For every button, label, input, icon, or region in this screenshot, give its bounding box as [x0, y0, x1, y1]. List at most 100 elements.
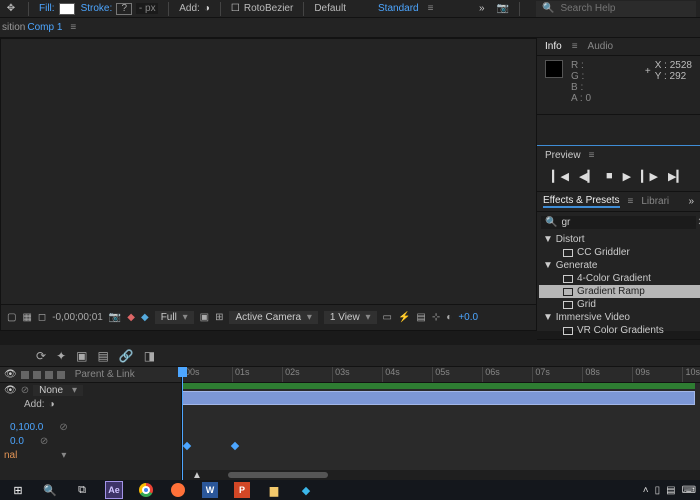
keyboard-icon[interactable]: ⌨ [682, 485, 696, 496]
color-mgmt-icon[interactable]: ◆ [141, 312, 149, 323]
workspace-default[interactable]: Default [314, 3, 346, 14]
exposure-value[interactable]: +0.0 [458, 312, 478, 323]
last-frame-button[interactable]: ▶▎ [668, 170, 685, 183]
fast-previews-icon[interactable]: ⚡ [398, 312, 410, 323]
tab-libraries[interactable]: Librari [641, 196, 669, 207]
effects-search[interactable]: 🔍 ✕ [541, 216, 696, 229]
effect-grid[interactable]: Grid [539, 298, 700, 311]
comp-name[interactable]: Comp 1 [27, 22, 62, 33]
fill-control[interactable]: Fill: [39, 3, 75, 15]
reset-exposure-icon[interactable]: ◐ [446, 312, 452, 323]
overflow-icon[interactable]: » [479, 3, 485, 14]
stroke-swatch[interactable]: ? [116, 3, 132, 15]
effect-vr-gradients[interactable]: VR Color Gradients [539, 324, 700, 337]
effect-cc-griddler[interactable]: CC Griddler [539, 246, 700, 259]
category-distort[interactable]: ▼ Distort [539, 233, 700, 246]
panel-menu-icon[interactable]: ≡ [589, 150, 595, 161]
playhead[interactable] [182, 367, 183, 480]
timeline-zoom-scroll[interactable]: ▲ [182, 470, 700, 480]
pixel-aspect-icon[interactable]: ▭ [383, 312, 392, 323]
first-frame-button[interactable]: ▎◀ [552, 170, 569, 183]
start-button[interactable]: ⊞ [4, 481, 32, 499]
preview-title[interactable]: Preview [545, 150, 581, 161]
property-row[interactable]: 0.0 ⊘ [0, 434, 181, 448]
col-icon[interactable] [45, 371, 53, 379]
stroke-width[interactable]: - px [136, 3, 158, 14]
timeline-icon-3[interactable]: ▤ [97, 349, 108, 363]
timeline-icon-2[interactable]: ▣ [76, 349, 87, 363]
play-button[interactable]: ▶ [623, 170, 631, 183]
shy-icon[interactable]: ⟳ [36, 349, 46, 363]
overflow-icon[interactable]: » [688, 196, 694, 207]
region-interest-icon[interactable]: ▣ [200, 312, 209, 323]
panel-menu-icon[interactable]: ≡ [628, 196, 634, 207]
taskbar-word[interactable]: W [196, 481, 224, 499]
work-area-bar[interactable] [182, 383, 695, 389]
blend-mode-value[interactable]: nal [4, 450, 17, 461]
effects-search-input[interactable] [561, 217, 693, 228]
magnify-icon[interactable]: ▢ [7, 312, 16, 323]
blend-mode-row[interactable]: nal▾ [0, 448, 181, 462]
task-view-icon[interactable]: ⧉ [68, 481, 96, 499]
timeline-icon-4[interactable]: 🔗 [119, 349, 134, 363]
expression-link-icon[interactable]: ⊘ [59, 422, 67, 433]
scroll-thumb[interactable] [228, 472, 328, 478]
track-area[interactable] [182, 383, 700, 470]
layer-row[interactable]: 👁 ⊘ None▾ [0, 383, 181, 397]
workspace-menu-icon[interactable]: ≡ [428, 3, 434, 14]
effect-4color-gradient[interactable]: 4-Color Gradient [539, 272, 700, 285]
checkbox-icon[interactable]: ☐ [231, 3, 240, 14]
camera-dropdown[interactable]: Active Camera ▾ [229, 311, 317, 324]
timeline-tracks[interactable]: 00s 01s 02s 03s 04s 05s 06s 07s 08s 09s … [182, 367, 700, 480]
grid-icon[interactable]: ▦ [22, 312, 31, 323]
viewer-canvas[interactable] [1, 39, 536, 304]
effect-gradient-ramp[interactable]: Gradient Ramp [539, 285, 700, 298]
taskbar-app-generic[interactable]: ◆ [292, 481, 320, 499]
comp-menu-icon[interactable]: ≡ [70, 22, 76, 33]
rotobezier-toggle[interactable]: ☐ RotoBezier [231, 3, 293, 14]
eye-col-icon[interactable]: 👁 [4, 369, 17, 380]
views-dropdown[interactable]: 1 View ▾ [324, 311, 377, 324]
add-control[interactable]: Add: ◑ [179, 3, 210, 14]
col-icon[interactable] [21, 371, 29, 379]
keyframe-icon[interactable] [183, 442, 191, 450]
taskbar-powerpoint[interactable]: P [228, 481, 256, 499]
prev-frame-button[interactable]: ◀▎ [579, 170, 596, 183]
fill-swatch[interactable] [59, 3, 75, 15]
category-generate[interactable]: ▼ Generate [539, 259, 700, 272]
tray-overflow-icon[interactable]: ˄ [643, 485, 649, 496]
add-plus-icon[interactable]: ◑ [49, 399, 55, 410]
action-center-icon[interactable]: ▤ [666, 485, 675, 496]
help-search-input[interactable] [560, 3, 690, 14]
resolution-dropdown[interactable]: Full ▾ [155, 311, 194, 324]
timeline-icon[interactable]: ▤ [416, 312, 425, 323]
time-ruler[interactable]: 00s 01s 02s 03s 04s 05s 06s 07s 08s 09s … [182, 367, 700, 383]
col-icon[interactable] [33, 371, 41, 379]
taskbar-folder[interactable]: ▆ [260, 481, 288, 499]
transparency-grid-icon[interactable]: ⊞ [215, 312, 223, 323]
snapshot-icon[interactable]: 📷 [497, 3, 509, 14]
tab-info[interactable]: Info [545, 41, 562, 52]
zoom-out-icon[interactable]: ▲ [192, 470, 202, 481]
property-value-1[interactable]: 0,100.0 [4, 421, 49, 434]
channels-icon[interactable]: ◆ [127, 312, 135, 323]
col-icon[interactable] [57, 371, 65, 379]
property-row[interactable]: 0,100.0 ⊘ [0, 420, 181, 434]
expression-link-icon[interactable]: ⊘ [40, 436, 48, 447]
battery-icon[interactable]: ▯ [655, 485, 661, 496]
keyframe-icon[interactable] [231, 442, 239, 450]
timeline-icon-5[interactable]: ◨ [144, 349, 155, 363]
tab-audio[interactable]: Audio [588, 41, 614, 52]
mask-icon[interactable]: ◻ [38, 312, 46, 323]
flowchart-icon[interactable]: ⊹ [432, 312, 440, 323]
parent-dropdown[interactable]: None▾ [33, 385, 83, 396]
selection-tool-icon[interactable]: ✥ [4, 2, 18, 16]
stop-button[interactable]: ■ [606, 170, 613, 183]
timecode[interactable]: -0,00;00;01 [52, 312, 103, 323]
search-taskbar-icon[interactable]: 🔍 [36, 481, 64, 499]
timeline-icon-1[interactable]: ✦ [56, 349, 66, 363]
link-icon[interactable]: ⊘ [21, 385, 29, 396]
system-tray[interactable]: ˄ ▯ ▤ ⌨ [643, 485, 696, 496]
parent-link-header[interactable]: Parent & Link [75, 369, 135, 380]
panel-menu-icon[interactable]: ≡ [572, 41, 578, 52]
